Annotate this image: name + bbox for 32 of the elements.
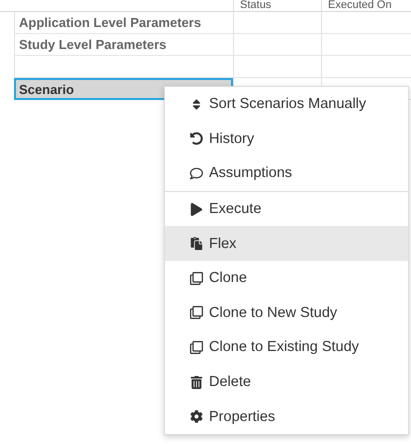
- menu-item-label: Clone: [209, 270, 247, 286]
- column-header: Status: [239, 0, 272, 11]
- menu-item[interactable]: Clone: [165, 260, 408, 296]
- table-cell[interactable]: Study Level Parameters: [14, 34, 233, 56]
- menu-item-label: Properties: [209, 408, 276, 425]
- menu-item-label: History: [209, 130, 254, 147]
- paste-icon: [189, 237, 203, 250]
- column-header: Executed On: [327, 0, 392, 11]
- menu-item[interactable]: Sort Scenarios Manually: [165, 87, 408, 122]
- menu-item[interactable]: Assumptions: [165, 156, 408, 191]
- menu-item-label: Clone to Existing Study: [209, 339, 359, 356]
- menu-item[interactable]: Clone to Existing Study: [165, 330, 408, 365]
- menu-item[interactable]: Properties: [165, 399, 408, 434]
- copy-icon: [189, 272, 203, 285]
- menu-item[interactable]: Execute: [165, 192, 408, 226]
- speech-bubble-icon: [189, 166, 203, 180]
- table-cell[interactable]: Application Level Parameters: [14, 12, 233, 34]
- menu-item[interactable]: Flex: [165, 226, 408, 261]
- menu-item[interactable]: Clone to New Study: [165, 296, 408, 330]
- menu-item-label: Flex: [209, 236, 236, 252]
- menu-item-label: Execute: [209, 201, 262, 218]
- copy-icon: [189, 340, 203, 354]
- history-icon: [189, 132, 203, 146]
- play-icon: [189, 202, 203, 216]
- trash-icon: [189, 376, 203, 389]
- menu-item-label: Clone to New Study: [209, 304, 338, 321]
- menu-item-label: Delete: [209, 374, 251, 390]
- gear-icon: [189, 410, 203, 424]
- menu-item[interactable]: History: [165, 122, 408, 156]
- menu-item[interactable]: Delete: [165, 364, 408, 400]
- menu-item-label: Assumptions: [209, 165, 292, 182]
- copy-icon: [189, 306, 203, 320]
